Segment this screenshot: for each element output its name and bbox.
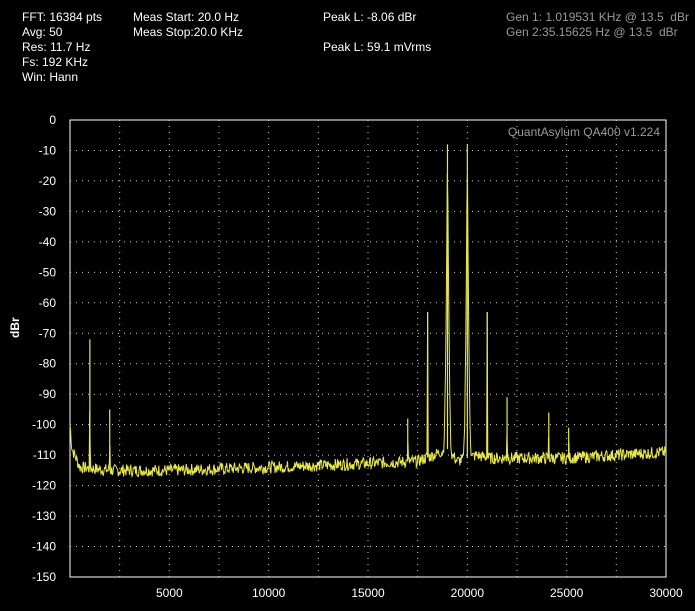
y-tick-label: -20 xyxy=(39,174,57,188)
y-tick-label: -140 xyxy=(32,540,56,554)
y-tick-label: -130 xyxy=(32,509,56,523)
watermark-label: QuantAsylum QA400 v1.224 xyxy=(508,125,660,139)
spectrum-chart[interactable]: 0 -10 -20 -30 -40 -50 -60 -70 -80 -90 -100 -110 -120… xyxy=(0,0,695,611)
x-tick-label: 5000 xyxy=(156,586,183,600)
y-tick-label: -30 xyxy=(39,204,57,218)
y-tick-label: -120 xyxy=(32,479,56,493)
x-tick-label: 30000 xyxy=(649,586,683,600)
y-tick-label: -70 xyxy=(39,326,57,340)
y-tick-label: -110 xyxy=(33,448,56,462)
y-tick-label: -80 xyxy=(39,357,57,371)
x-tick-label: 25000 xyxy=(550,586,584,600)
y-tick-label: -60 xyxy=(39,296,57,310)
y-tick-label: -40 xyxy=(39,235,57,249)
y-tick-label: -100 xyxy=(32,418,56,432)
x-tick-label: 20000 xyxy=(451,586,485,600)
y-tick-label: -10 xyxy=(39,143,57,157)
y-tick-label: -90 xyxy=(39,387,57,401)
y-tick-label: 0 xyxy=(49,113,56,127)
y-tick-label: -50 xyxy=(39,265,57,279)
x-tick-label: 10000 xyxy=(252,586,286,600)
x-tick-label: 15000 xyxy=(351,586,385,600)
y-tick-label: -150 xyxy=(32,570,56,584)
